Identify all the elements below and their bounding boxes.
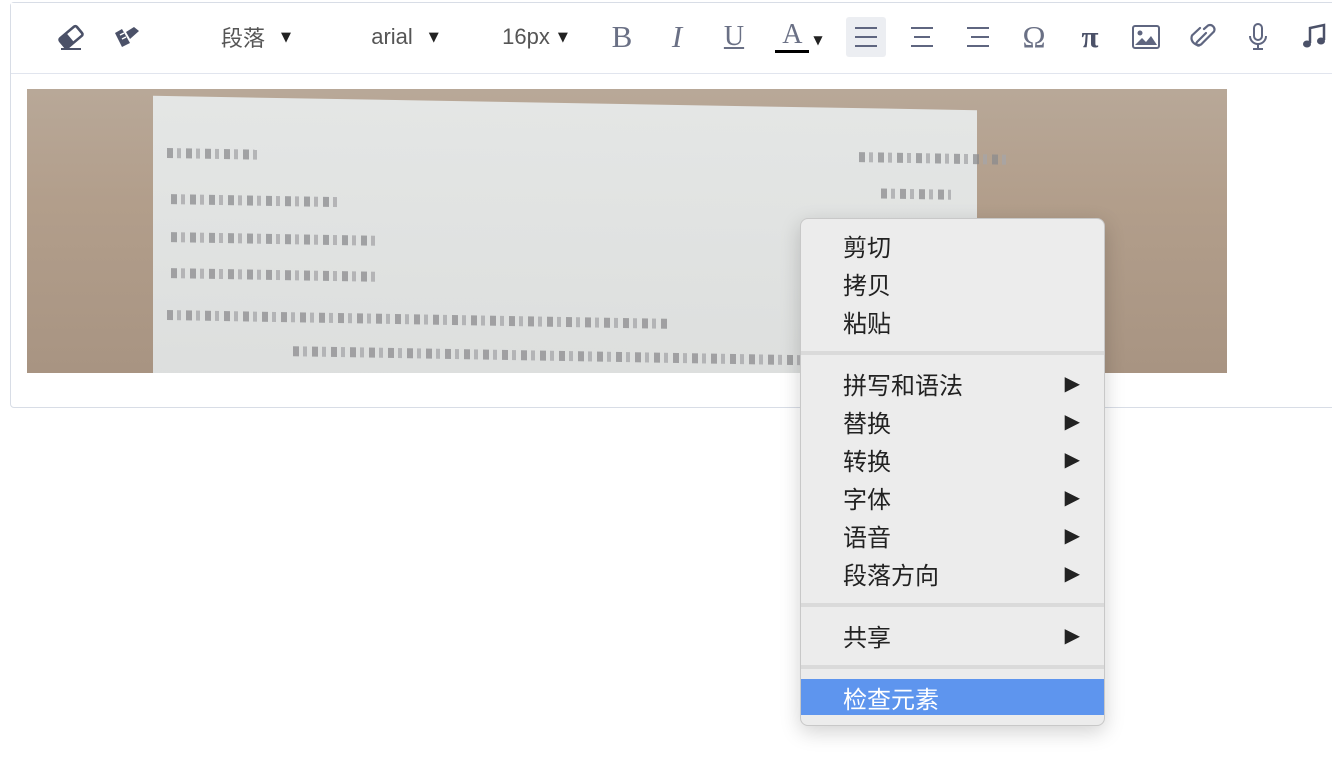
- menu-item-label: 粘贴: [843, 309, 891, 338]
- rich-text-editor: 段落 ▼ arial ▼ 16px ▼ B I U A ▼ Ω π: [10, 2, 1332, 408]
- menu-item-inspect-element[interactable]: 检查元素: [801, 679, 1104, 715]
- submenu-arrow-icon: ▶: [1064, 623, 1080, 647]
- underline-button[interactable]: U: [714, 17, 754, 57]
- special-char-omega-button[interactable]: Ω: [1014, 17, 1054, 57]
- chevron-down-icon: ▼: [428, 29, 439, 45]
- menu-item-label: 剪切: [843, 233, 891, 262]
- menu-item-label: 拼写和语法: [843, 371, 963, 400]
- microphone-icon[interactable]: [1238, 17, 1278, 57]
- format-brush-icon[interactable]: [107, 17, 147, 57]
- bold-icon: B: [611, 19, 633, 54]
- menu-item-spelling-grammar[interactable]: 拼写和语法 ▶: [801, 365, 1104, 401]
- submenu-arrow-icon: ▶: [1064, 409, 1080, 433]
- menu-separator: [801, 665, 1104, 669]
- font-color-button[interactable]: A ▼: [769, 17, 829, 57]
- chevron-down-icon: ▼: [281, 29, 291, 45]
- align-left-icon[interactable]: [846, 17, 886, 57]
- editor-toolbar: 段落 ▼ arial ▼ 16px ▼ B I U A ▼ Ω π: [11, 3, 1332, 74]
- align-right-icon[interactable]: [958, 17, 998, 57]
- italic-button[interactable]: I: [657, 17, 697, 57]
- underline-icon: U: [723, 21, 745, 52]
- font-size-label: 16px: [502, 24, 550, 49]
- menu-item-speech[interactable]: 语音 ▶: [801, 517, 1104, 553]
- submenu-arrow-icon: ▶: [1064, 447, 1080, 471]
- align-center-icon[interactable]: [902, 17, 942, 57]
- bold-button[interactable]: B: [602, 17, 642, 57]
- font-family-dropdown[interactable]: arial ▼: [355, 17, 455, 57]
- menu-item-label: 共享: [843, 623, 891, 652]
- menu-item-label: 拷贝: [843, 271, 891, 300]
- context-menu: 剪切 拷贝 粘贴 拼写和语法 ▶ 替换 ▶ 转换 ▶ 字体 ▶ 语音 ▶ 段落方向 ▶ 共享…: [800, 218, 1105, 726]
- submenu-arrow-icon: ▶: [1064, 561, 1080, 585]
- menu-item-label: 语音: [843, 523, 891, 552]
- submenu-arrow-icon: ▶: [1064, 523, 1080, 547]
- menu-item-font[interactable]: 字体 ▶: [801, 479, 1104, 515]
- image-icon[interactable]: [1126, 17, 1166, 57]
- chevron-down-icon: ▼: [557, 29, 568, 45]
- submenu-arrow-icon: ▶: [1064, 485, 1080, 509]
- font-size-dropdown[interactable]: 16px ▼: [493, 17, 577, 57]
- italic-icon: I: [671, 19, 683, 54]
- menu-item-substitutions[interactable]: 替换 ▶: [801, 403, 1104, 439]
- font-family-label: arial: [371, 24, 413, 49]
- menu-item-label: 转换: [843, 447, 891, 476]
- menu-item-transformations[interactable]: 转换 ▶: [801, 441, 1104, 477]
- submenu-arrow-icon: ▶: [1064, 371, 1080, 395]
- music-note-icon[interactable]: [1294, 17, 1332, 57]
- font-color-swatch: [775, 49, 810, 53]
- menu-item-paste[interactable]: 粘贴: [801, 303, 1104, 339]
- menu-separator: [801, 603, 1104, 607]
- menu-item-label: 检查元素: [843, 685, 939, 714]
- pi-icon: π: [1081, 19, 1099, 54]
- eraser-icon[interactable]: [51, 17, 91, 57]
- formula-pi-button[interactable]: π: [1070, 17, 1110, 57]
- font-color-icon: A: [782, 18, 803, 50]
- chevron-down-icon: ▼: [813, 33, 823, 47]
- menu-separator: [801, 351, 1104, 355]
- menu-item-cut[interactable]: 剪切: [801, 227, 1104, 263]
- paragraph-format-dropdown[interactable]: 段落 ▼: [201, 17, 311, 57]
- menu-item-paragraph-direction[interactable]: 段落方向 ▶: [801, 555, 1104, 591]
- paragraph-format-label: 段落: [220, 26, 265, 51]
- menu-item-share[interactable]: 共享 ▶: [801, 617, 1104, 653]
- omega-icon: Ω: [1022, 19, 1046, 54]
- link-icon[interactable]: [1182, 17, 1222, 57]
- menu-item-copy[interactable]: 拷贝: [801, 265, 1104, 301]
- menu-item-label: 段落方向: [843, 561, 939, 590]
- menu-item-label: 字体: [843, 485, 891, 514]
- menu-item-label: 替换: [843, 409, 891, 438]
